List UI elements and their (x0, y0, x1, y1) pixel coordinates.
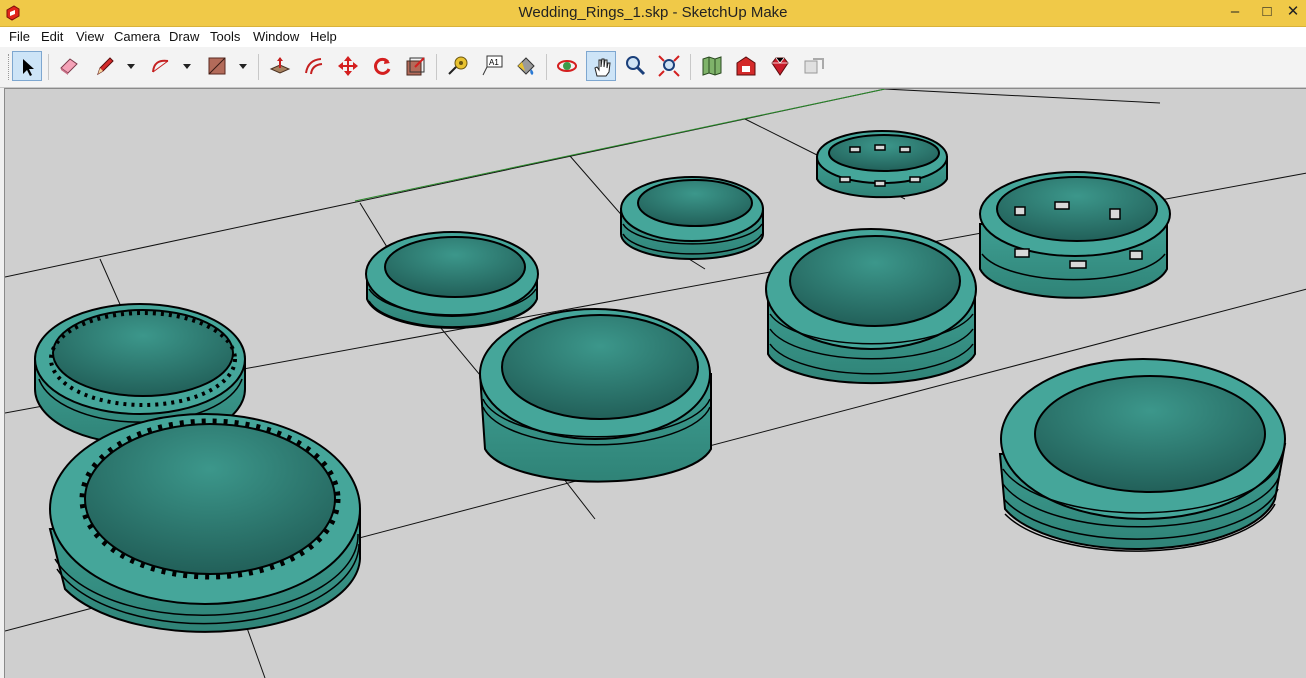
close-icon[interactable]: ✕ (1279, 0, 1306, 26)
ruby-gem-icon (771, 57, 789, 76)
hand-icon (594, 58, 611, 77)
text-tool[interactable]: A1 (477, 51, 507, 81)
toolbar-separator (690, 54, 691, 80)
tape-measure-icon (448, 56, 468, 75)
push-pull-icon (269, 57, 291, 74)
magnifier-icon (626, 56, 646, 76)
menu-file[interactable]: File (9, 29, 30, 44)
push-pull-tool[interactable] (265, 51, 295, 81)
ring-window-large[interactable] (979, 171, 1171, 299)
window-title: Wedding_Rings_1.skp - SketchUp Make (518, 4, 788, 21)
paint-bucket-icon (517, 57, 535, 75)
menu-camera[interactable]: Camera (114, 29, 160, 44)
toolbar-separator (48, 54, 49, 80)
scene-canvas[interactable] (5, 89, 1306, 678)
zoom-tool[interactable] (620, 51, 650, 81)
offset-icon (305, 58, 323, 75)
maximize-icon[interactable]: □ (1253, 0, 1281, 26)
toolbar-grip[interactable] (8, 54, 11, 80)
orbit-tool[interactable] (552, 51, 582, 81)
pan-tool[interactable] (586, 51, 616, 81)
green-axis-line (354, 89, 886, 202)
tape-measure-tool[interactable] (443, 51, 473, 81)
scale-tool[interactable] (401, 51, 431, 81)
rotate-tool[interactable] (367, 51, 397, 81)
pencil-icon (97, 57, 114, 76)
ring-window-small[interactable] (816, 130, 948, 199)
eraser-tool[interactable] (54, 51, 84, 81)
move-arrows-icon (338, 56, 358, 76)
eraser-icon (60, 58, 78, 75)
ring-plain-medium[interactable] (478, 308, 712, 483)
toolbar-separator (436, 54, 437, 80)
menu-help[interactable]: Help (310, 29, 337, 44)
line-tool[interactable] (90, 51, 120, 81)
svg-text:A1: A1 (489, 58, 499, 67)
rectangle-tool[interactable] (202, 51, 232, 81)
orbit-icon (557, 60, 577, 72)
select-tool[interactable] (12, 51, 42, 81)
menu-window[interactable]: Window (253, 29, 299, 44)
toolbar-separator (258, 54, 259, 80)
menu-view[interactable]: View (76, 29, 104, 44)
ring-grooved-medium[interactable] (765, 228, 977, 385)
zoom-extents-tool[interactable] (654, 51, 684, 81)
arc-icon (152, 59, 169, 73)
arrow-cursor-icon (23, 59, 34, 76)
warehouse-tool[interactable] (731, 51, 761, 81)
arc-tool[interactable] (146, 51, 176, 81)
rotate-icon (374, 57, 391, 75)
chevron-down-icon[interactable] (238, 61, 248, 71)
scale-icon (406, 57, 425, 76)
warehouse-icon (736, 56, 756, 76)
title-bar: Wedding_Rings_1.skp - SketchUp Make – □ … (0, 0, 1306, 27)
zoom-extents-icon (658, 55, 680, 77)
minimize-icon[interactable]: – (1221, 0, 1249, 26)
text-label-icon: A1 (482, 55, 503, 76)
toolbar-separator (546, 54, 547, 80)
move-tool[interactable] (333, 51, 363, 81)
chevron-down-icon[interactable] (126, 61, 136, 71)
map-tool[interactable] (697, 51, 727, 81)
rectangle-icon (208, 57, 226, 75)
offset-tool[interactable] (299, 51, 329, 81)
extension-tool[interactable] (765, 51, 795, 81)
ring-grooved-small[interactable] (365, 231, 539, 329)
paint-bucket-tool[interactable] (511, 51, 541, 81)
menu-edit[interactable]: Edit (41, 29, 63, 44)
ring-toothed-large[interactable] (48, 413, 361, 633)
menu-bar: File Edit View Camera Draw Tools Window … (0, 27, 1306, 47)
menu-draw[interactable]: Draw (169, 29, 199, 44)
main-toolbar: A1 (0, 47, 1306, 88)
map-icon (702, 56, 722, 76)
chevron-down-icon[interactable] (182, 61, 192, 71)
share-model-tool[interactable] (799, 51, 829, 81)
menu-tools[interactable]: Tools (210, 29, 240, 44)
ring-grooved-tiny[interactable] (620, 176, 764, 260)
3d-viewport[interactable] (4, 88, 1306, 678)
share-icon (804, 58, 824, 74)
ring-grooved-large[interactable] (998, 358, 1287, 552)
